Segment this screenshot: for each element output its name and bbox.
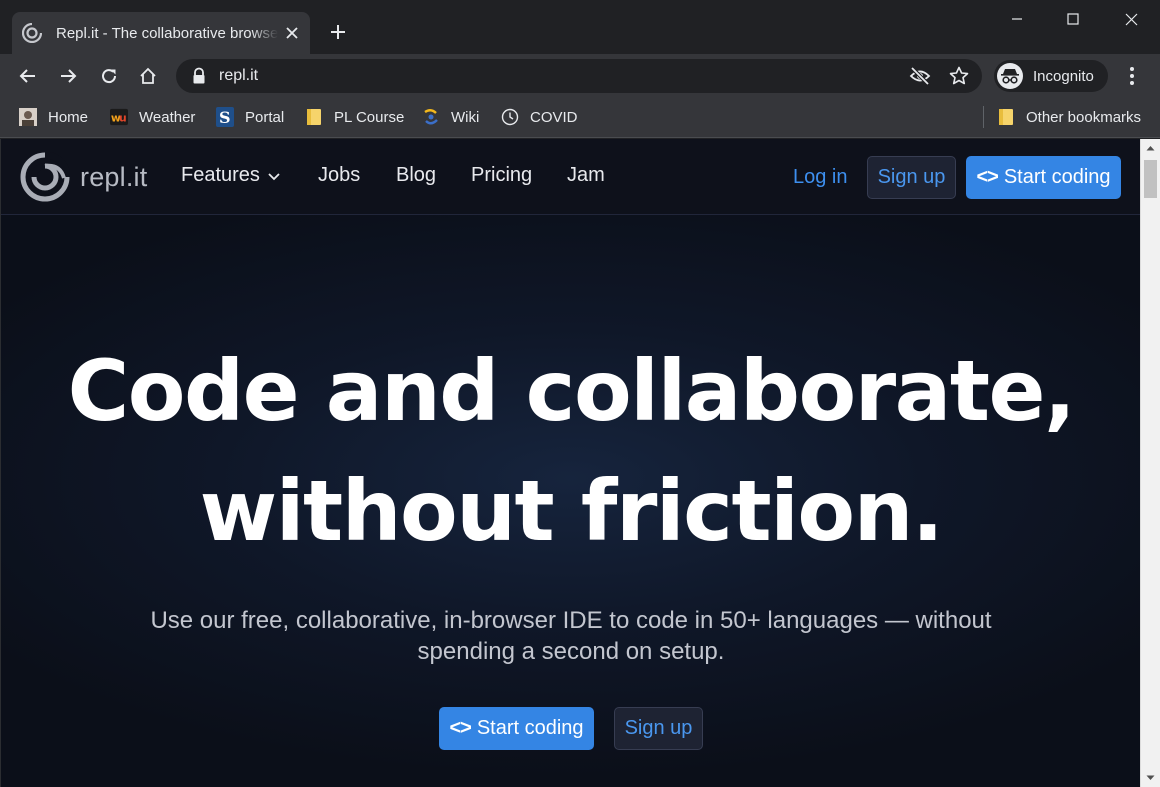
replit-logo-icon xyxy=(20,152,70,202)
forward-arrow-icon[interactable] xyxy=(56,64,80,88)
address-bar[interactable]: repl.it xyxy=(176,59,982,93)
browser-toolbar: repl.it Incognito xyxy=(0,54,1160,98)
incognito-label: Incognito xyxy=(1033,67,1094,85)
bookmark-star-icon[interactable] xyxy=(949,66,969,86)
hero-heading: Code and collaborate, without friction. xyxy=(1,331,1140,571)
folder-icon xyxy=(997,108,1015,126)
nav-features[interactable]: Features xyxy=(181,164,281,187)
bookmark-weather[interactable]: wu Weather xyxy=(110,106,195,128)
incognito-profile-button[interactable]: Incognito xyxy=(994,60,1108,92)
more-menu-icon[interactable] xyxy=(1124,64,1140,88)
back-arrow-icon[interactable] xyxy=(16,64,40,88)
weather-underground-icon: wu xyxy=(110,108,128,126)
minimize-icon[interactable] xyxy=(994,4,1040,34)
bookmark-home[interactable]: Home xyxy=(19,106,88,128)
other-bookmarks[interactable]: Other bookmarks xyxy=(997,106,1141,128)
code-brackets-icon: <> xyxy=(976,166,998,188)
bookmarks-separator xyxy=(983,106,984,128)
code-brackets-icon: <> xyxy=(449,717,471,739)
hero-start-coding-button[interactable]: <> Start coding xyxy=(439,707,594,750)
login-link[interactable]: Log in xyxy=(793,166,848,189)
close-window-icon[interactable] xyxy=(1108,4,1154,34)
incognito-icon xyxy=(997,63,1023,89)
maximize-icon[interactable] xyxy=(1050,4,1096,34)
bookmark-covid[interactable]: COVID xyxy=(501,106,578,128)
scrollbar-thumb[interactable] xyxy=(1144,160,1157,198)
svg-text:u: u xyxy=(119,112,127,125)
nav-jam[interactable]: Jam xyxy=(567,164,605,187)
hero-heading-line-1: Code and collaborate, xyxy=(67,342,1076,440)
hero-heading-line-2: without friction. xyxy=(199,462,944,560)
reload-icon[interactable] xyxy=(97,64,121,88)
scroll-down-arrow-icon[interactable] xyxy=(1141,769,1160,787)
start-coding-button[interactable]: <> Start coding xyxy=(966,156,1121,199)
nav-jobs[interactable]: Jobs xyxy=(318,164,360,187)
lock-icon xyxy=(191,67,207,85)
page-viewport: repl.it Features Jobs Blog Pricing Jam L… xyxy=(0,139,1140,787)
hero-signup-button[interactable]: Sign up xyxy=(614,707,703,750)
site-logo[interactable]: repl.it xyxy=(20,152,147,202)
chevron-down-icon xyxy=(267,169,281,183)
browser-titlebar: Repl.it - The collaborative browser base… xyxy=(0,0,1160,54)
scroll-up-arrow-icon[interactable] xyxy=(1141,139,1160,157)
folder-icon xyxy=(305,108,323,126)
bookmark-portal[interactable]: S Portal xyxy=(216,106,284,128)
nav-pricing[interactable]: Pricing xyxy=(471,164,532,187)
browser-tab[interactable]: Repl.it - The collaborative browser base… xyxy=(12,12,310,54)
site-header: repl.it Features Jobs Blog Pricing Jam L… xyxy=(1,139,1140,215)
page-scrollbar[interactable] xyxy=(1140,139,1160,787)
covid-icon xyxy=(501,108,519,126)
tracking-blocked-eye-icon[interactable] xyxy=(909,66,931,86)
url-text[interactable]: repl.it xyxy=(219,67,258,85)
svg-text:S: S xyxy=(219,108,231,127)
new-tab-icon[interactable] xyxy=(326,20,350,44)
tab-title: Repl.it - The collaborative browser base… xyxy=(56,24,278,42)
logo-text: repl.it xyxy=(80,161,148,192)
replit-favicon-icon xyxy=(22,23,42,43)
avatar-icon xyxy=(19,108,37,126)
nav-blog[interactable]: Blog xyxy=(396,164,436,187)
portal-s-icon: S xyxy=(216,107,234,127)
bookmark-wiki[interactable]: Wiki xyxy=(422,106,479,128)
bookmarks-bar: Home wu Weather S Portal PL Course Wiki … xyxy=(0,98,1160,138)
hero-subtitle: Use our free, collaborative, in-browser … xyxy=(150,607,992,665)
bookmark-pl-course[interactable]: PL Course xyxy=(305,106,404,128)
wiki-icon xyxy=(422,108,440,126)
close-tab-icon[interactable] xyxy=(284,25,300,41)
home-icon[interactable] xyxy=(136,64,160,88)
signup-button[interactable]: Sign up xyxy=(867,156,956,199)
